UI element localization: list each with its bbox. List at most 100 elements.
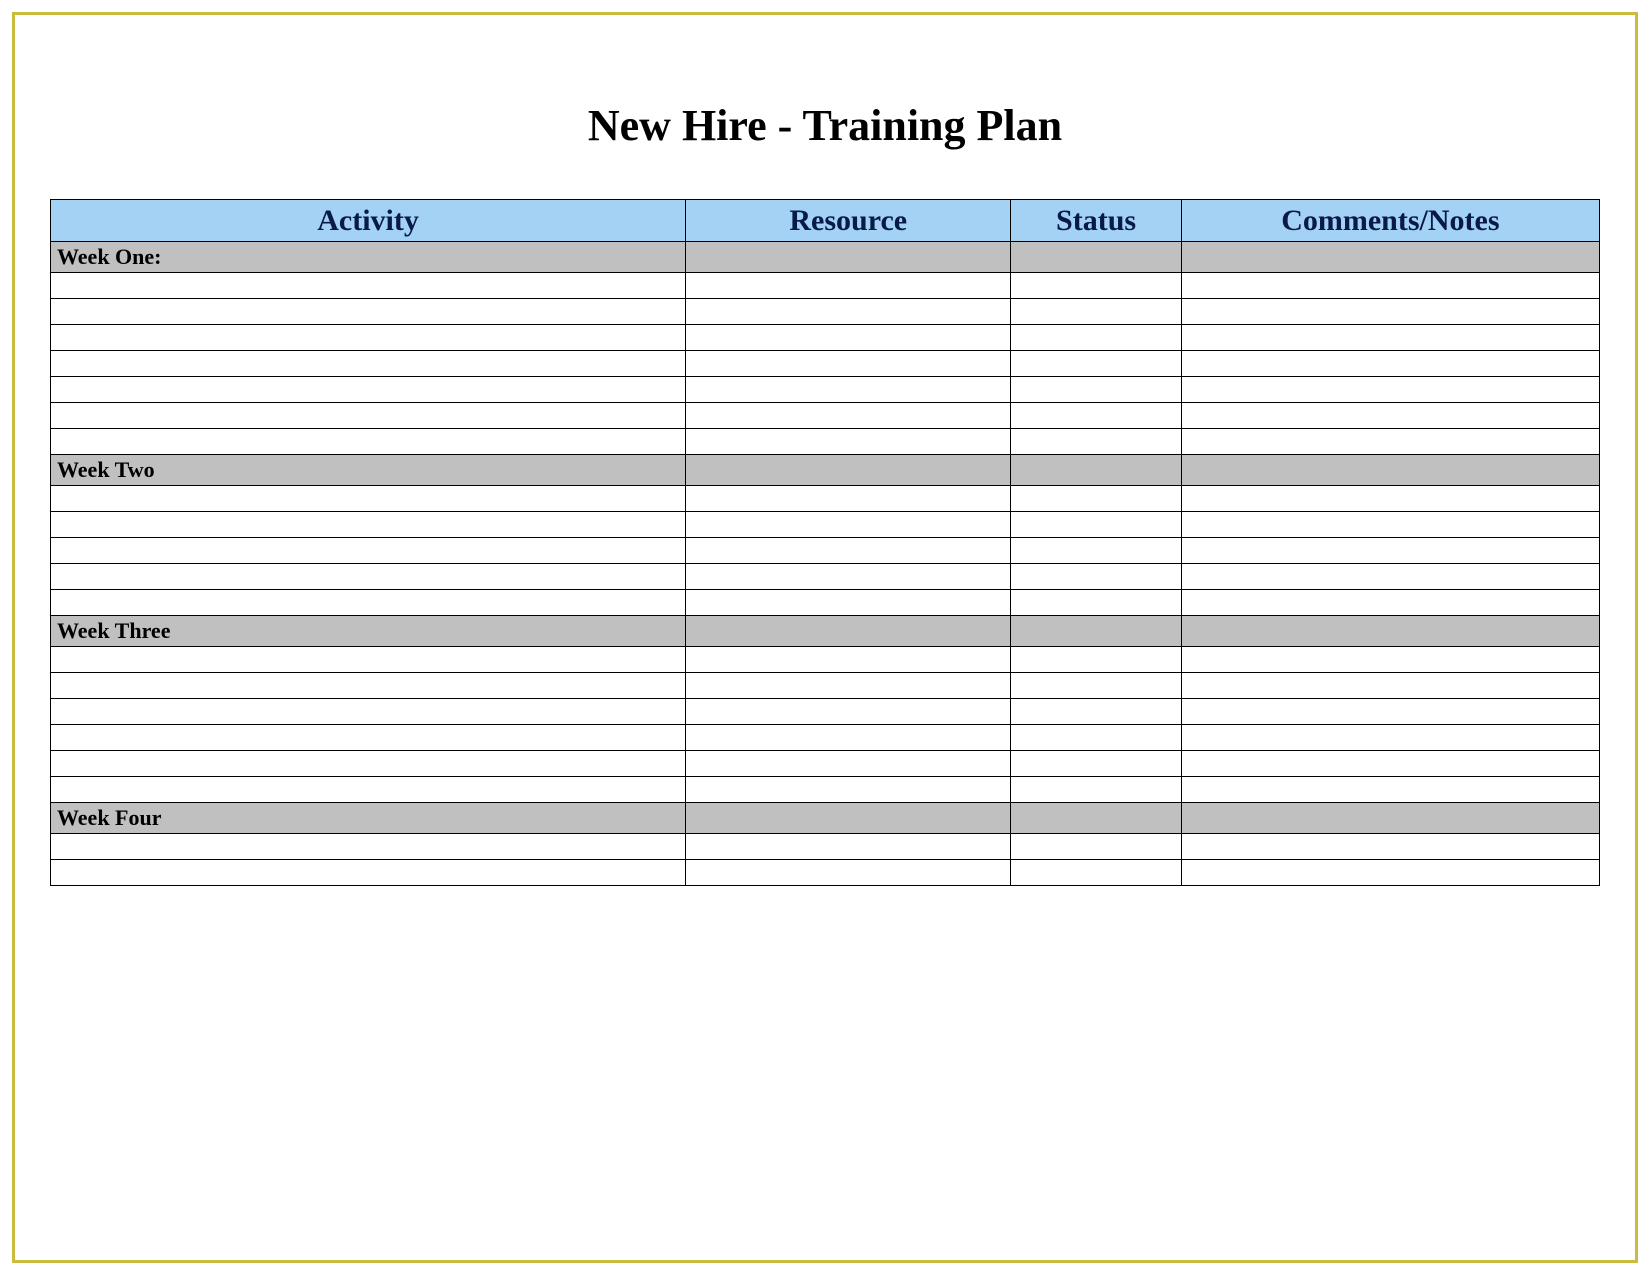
table-cell <box>1011 590 1181 616</box>
table-cell <box>51 299 686 325</box>
table-cell <box>51 834 686 860</box>
section-cell-empty <box>1011 803 1181 834</box>
section-cell-empty <box>1181 616 1599 647</box>
section-cell-empty <box>686 803 1011 834</box>
table-cell <box>1181 860 1599 886</box>
section-cell-empty <box>1181 455 1599 486</box>
training-plan-table: Activity Resource Status Comments/Notes … <box>50 199 1600 886</box>
document-content: New Hire - Training Plan Activity Resour… <box>50 100 1600 886</box>
table-cell <box>1181 673 1599 699</box>
table-cell <box>51 777 686 803</box>
table-cell <box>1011 538 1181 564</box>
table-cell <box>1011 403 1181 429</box>
table-cell <box>686 751 1011 777</box>
column-header-resource: Resource <box>686 200 1011 242</box>
table-cell <box>51 725 686 751</box>
table-cell <box>1011 351 1181 377</box>
table-row <box>51 590 1600 616</box>
table-cell <box>1011 299 1181 325</box>
table-cell <box>686 299 1011 325</box>
table-cell <box>51 699 686 725</box>
table-cell <box>1011 673 1181 699</box>
section-header-row: Week One: <box>51 242 1600 273</box>
table-cell <box>1181 299 1599 325</box>
table-cell <box>1011 647 1181 673</box>
section-label: Week Two <box>51 455 686 486</box>
column-header-activity: Activity <box>51 200 686 242</box>
table-cell <box>51 325 686 351</box>
table-cell <box>51 377 686 403</box>
section-cell-empty <box>1011 616 1181 647</box>
table-row <box>51 429 1600 455</box>
table-row <box>51 512 1600 538</box>
table-row <box>51 351 1600 377</box>
table-cell <box>1011 273 1181 299</box>
table-cell <box>51 647 686 673</box>
table-cell <box>686 538 1011 564</box>
table-cell <box>686 429 1011 455</box>
table-row <box>51 751 1600 777</box>
table-cell <box>1181 538 1599 564</box>
table-cell <box>51 673 686 699</box>
section-cell-empty <box>686 616 1011 647</box>
table-cell <box>1011 377 1181 403</box>
table-cell <box>1011 512 1181 538</box>
table-cell <box>51 273 686 299</box>
table-cell <box>1011 725 1181 751</box>
table-row <box>51 860 1600 886</box>
column-header-comments: Comments/Notes <box>1181 200 1599 242</box>
table-header-row: Activity Resource Status Comments/Notes <box>51 200 1600 242</box>
table-cell <box>1181 486 1599 512</box>
section-cell-empty <box>1011 242 1181 273</box>
table-cell <box>1181 325 1599 351</box>
table-row <box>51 777 1600 803</box>
table-cell <box>1181 377 1599 403</box>
document-title: New Hire - Training Plan <box>50 100 1600 151</box>
section-cell-empty <box>1181 242 1599 273</box>
table-cell <box>686 725 1011 751</box>
table-cell <box>686 325 1011 351</box>
table-row <box>51 699 1600 725</box>
table-cell <box>51 564 686 590</box>
table-cell <box>51 486 686 512</box>
table-cell <box>1011 429 1181 455</box>
table-cell <box>686 377 1011 403</box>
table-row <box>51 273 1600 299</box>
table-cell <box>51 351 686 377</box>
table-row <box>51 673 1600 699</box>
table-cell <box>1181 647 1599 673</box>
section-label: Week Three <box>51 616 686 647</box>
table-cell <box>51 590 686 616</box>
table-cell <box>686 512 1011 538</box>
section-header-row: Week Three <box>51 616 1600 647</box>
table-cell <box>1181 590 1599 616</box>
table-cell <box>686 673 1011 699</box>
table-cell <box>686 834 1011 860</box>
table-row <box>51 725 1600 751</box>
table-cell <box>686 647 1011 673</box>
table-cell <box>1181 429 1599 455</box>
table-row <box>51 564 1600 590</box>
table-cell <box>686 590 1011 616</box>
table-cell <box>51 512 686 538</box>
section-cell-empty <box>686 455 1011 486</box>
table-cell <box>1011 699 1181 725</box>
table-cell <box>1011 860 1181 886</box>
table-body: Week One:Week TwoWeek ThreeWeek Four <box>51 242 1600 886</box>
section-cell-empty <box>686 242 1011 273</box>
table-cell <box>1181 834 1599 860</box>
table-row <box>51 403 1600 429</box>
table-cell <box>686 564 1011 590</box>
table-row <box>51 538 1600 564</box>
table-cell <box>1181 351 1599 377</box>
table-cell <box>1181 725 1599 751</box>
section-cell-empty <box>1181 803 1599 834</box>
table-cell <box>686 486 1011 512</box>
section-header-row: Week Two <box>51 455 1600 486</box>
table-cell <box>51 403 686 429</box>
table-cell <box>1181 699 1599 725</box>
table-cell <box>686 777 1011 803</box>
table-cell <box>686 273 1011 299</box>
table-cell <box>1011 564 1181 590</box>
table-row <box>51 834 1600 860</box>
